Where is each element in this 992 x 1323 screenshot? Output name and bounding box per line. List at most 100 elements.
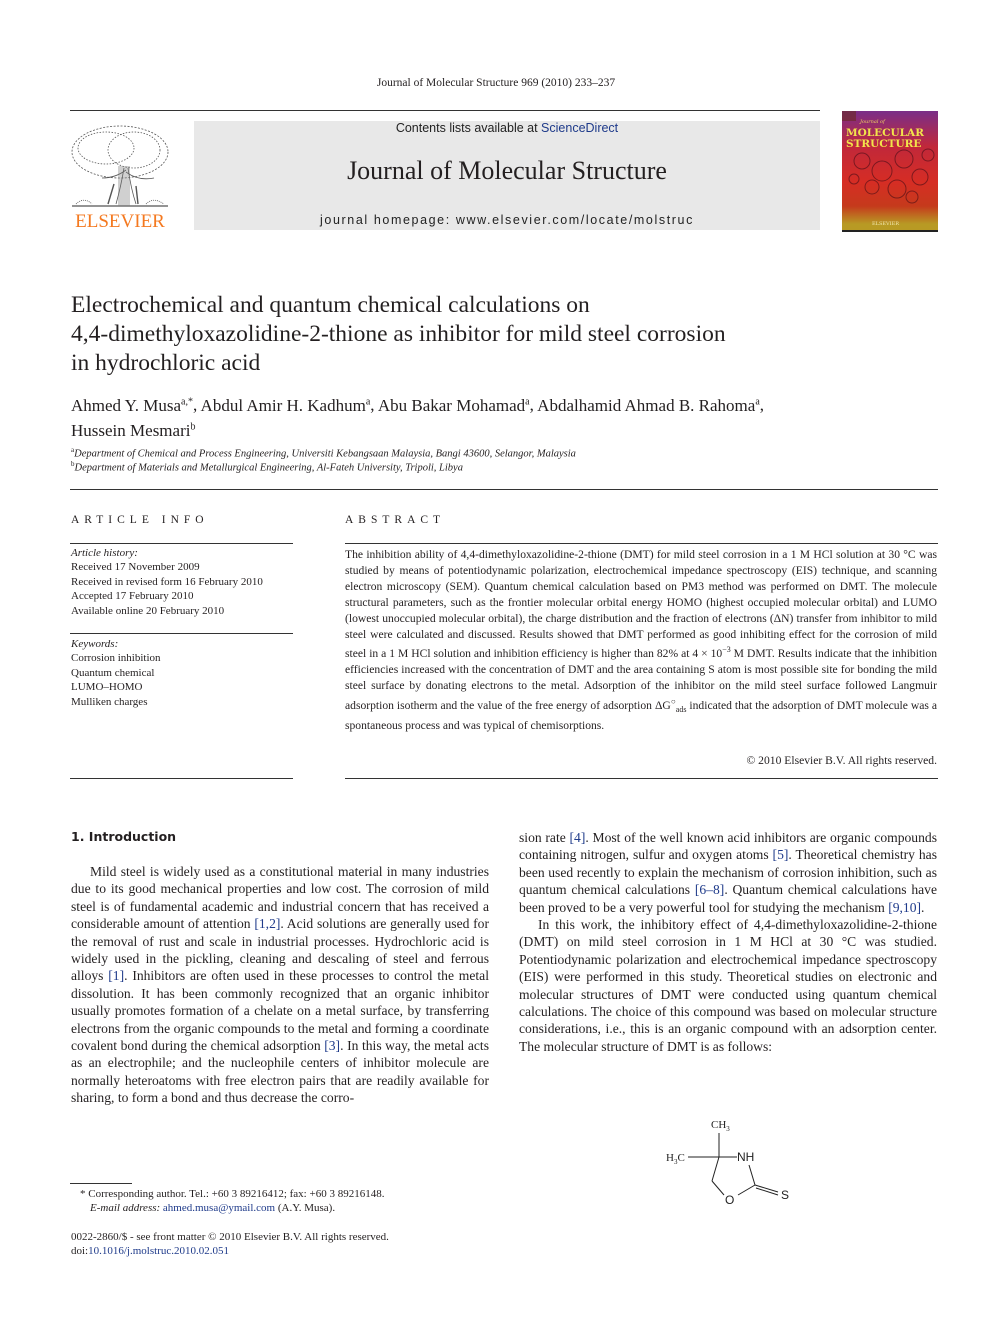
footnote-rule bbox=[70, 1183, 132, 1184]
citation-link[interactable]: [4] bbox=[570, 830, 586, 845]
author[interactable]: Hussein Mesmarib bbox=[71, 421, 195, 440]
citation-link[interactable]: [9,10] bbox=[888, 900, 921, 915]
oxygen-label: O bbox=[725, 1193, 734, 1207]
citation-link[interactable]: [5] bbox=[773, 847, 789, 862]
nh-label: NH bbox=[737, 1150, 754, 1164]
history-label: Article history: bbox=[71, 547, 138, 559]
author-name: Hussein Mesmari bbox=[71, 421, 191, 441]
keyword: Quantum chemical bbox=[71, 666, 155, 679]
abstract-exponent: −3 bbox=[722, 645, 731, 655]
abstract-rule bbox=[345, 543, 938, 544]
info-rule bbox=[70, 633, 293, 634]
cover-title: MOLECULAR STRUCTURE bbox=[846, 128, 924, 150]
citation-link[interactable]: [1,2] bbox=[254, 916, 280, 931]
journal-title: Journal of Molecular Structure bbox=[347, 156, 667, 185]
affiliation-a: aDepartment of Chemical and Process Engi… bbox=[71, 446, 576, 460]
email-label: E-mail address: bbox=[90, 1202, 163, 1214]
history-item: Accepted 17 February 2010 bbox=[71, 590, 194, 603]
abstract-text: The inhibition ability of 4,4-dimethylox… bbox=[345, 547, 937, 734]
elsevier-tree-icon bbox=[71, 125, 169, 207]
contents-line: Contents lists available at ScienceDirec… bbox=[194, 121, 820, 135]
intro-paragraph: sion rate [4]. Most of the well known ac… bbox=[519, 829, 937, 916]
h3c-label: H bbox=[666, 1152, 674, 1164]
author-name: Ahmed Y. Musa bbox=[71, 395, 182, 415]
author-name: Abdul Amir H. Kadhum bbox=[200, 395, 366, 415]
molecule-structure-icon: CH3 H3C NH O S bbox=[666, 1119, 789, 1207]
author[interactable]: Abdalhamid Ahmad B. Rahomaa bbox=[537, 396, 760, 415]
abstract-ads-subscript: ads bbox=[675, 705, 687, 715]
email-note: E-mail address: ahmed.musa@ymail.com (A.… bbox=[90, 1201, 520, 1215]
author-affil-sup: a,* bbox=[181, 396, 193, 407]
ch3-subscript: 3 bbox=[726, 1125, 730, 1133]
keyword: Corrosion inhibition bbox=[71, 652, 161, 665]
author[interactable]: Ahmed Y. Musaa,* bbox=[71, 396, 193, 415]
info-rule bbox=[70, 778, 293, 779]
author-separator: , bbox=[759, 395, 765, 415]
journal-cover-image[interactable]: Journal of MOLECULAR STRUCTURE ELSEVIER bbox=[842, 111, 938, 230]
cover-title-line2: STRUCTURE bbox=[846, 138, 922, 150]
author-name: Abdalhamid Ahmad B. Rahoma bbox=[537, 395, 756, 415]
keyword: LUMO–HOMO bbox=[71, 681, 143, 694]
running-head: Journal of Molecular Structure 969 (2010… bbox=[376, 77, 616, 89]
sulfur-label: S bbox=[781, 1188, 789, 1202]
author[interactable]: Abu Bakar Mohamada bbox=[378, 396, 530, 415]
keywords: Keywords: Corrosion inhibition Quantum c… bbox=[71, 637, 293, 709]
elsevier-wordmark: ELSEVIER bbox=[75, 211, 165, 232]
abstract-heading: ABSTRACT bbox=[345, 514, 446, 526]
info-rule bbox=[70, 543, 293, 544]
cover-small-title: Journal of bbox=[860, 119, 885, 125]
intro-paragraph: In this work, the inhibitory effect of 4… bbox=[519, 917, 937, 1054]
sciencedirect-link[interactable]: ScienceDirect bbox=[541, 121, 618, 135]
author[interactable]: Abdul Amir H. Kadhuma bbox=[201, 396, 371, 415]
keyword: Mulliken charges bbox=[71, 695, 148, 708]
front-matter-note: 0022-2860/$ - see front matter © 2010 El… bbox=[71, 1231, 389, 1243]
affil-text: Department of Chemical and Process Engin… bbox=[74, 448, 576, 460]
contents-prefix: Contents lists available at bbox=[395, 121, 542, 135]
title-line: 4,4-dimethyloxazolidine-2-thione as inhi… bbox=[71, 321, 726, 347]
doi-link[interactable]: 10.1016/j.molstruc.2010.02.051 bbox=[88, 1245, 229, 1257]
abstract-rule bbox=[345, 778, 938, 779]
author-name: Abu Bakar Mohamad bbox=[377, 395, 526, 415]
author-separator: , bbox=[370, 395, 378, 415]
doi-note: doi:10.1016/j.molstruc.2010.02.051 bbox=[71, 1244, 501, 1258]
title-line: Electrochemical and quantum chemical cal… bbox=[71, 292, 590, 318]
header-rule bbox=[70, 110, 820, 111]
intro-paragraph: Mild steel is widely used as a constitut… bbox=[71, 863, 489, 1107]
h3c-tail: C bbox=[677, 1152, 684, 1164]
doi-prefix: doi: bbox=[71, 1245, 89, 1257]
elsevier-logo[interactable]: ELSEVIER bbox=[66, 120, 174, 232]
section-heading-introduction: 1. Introduction bbox=[71, 829, 177, 844]
title-line: in hydrochloric acid bbox=[71, 350, 261, 376]
body-text: . bbox=[921, 899, 925, 915]
article-info-heading: ARTICLE INFO bbox=[71, 514, 209, 526]
citation-link[interactable]: [1] bbox=[108, 968, 124, 983]
corresponding-author-note: * Corresponding author. Tel.: +60 3 8921… bbox=[80, 1188, 385, 1200]
abstract-copyright: © 2010 Elsevier B.V. All rights reserved… bbox=[746, 754, 937, 767]
intro-column-right: sion rate [4]. Most of the well known ac… bbox=[519, 829, 937, 1055]
ch3-label: CH bbox=[711, 1119, 726, 1131]
svg-text:CH3: CH3 bbox=[711, 1119, 730, 1133]
email-suffix: (A.Y. Musa). bbox=[275, 1202, 336, 1214]
author-separator: , bbox=[192, 395, 201, 415]
intro-column-left: Mild steel is widely used as a constitut… bbox=[71, 863, 489, 1107]
history-item: Received in revised form 16 February 201… bbox=[71, 575, 263, 588]
article-title: Electrochemical and quantum chemical cal… bbox=[71, 291, 931, 378]
cover-publisher: ELSEVIER bbox=[872, 221, 900, 227]
history-item: Received 17 November 2009 bbox=[71, 561, 200, 574]
svg-text:H3C: H3C bbox=[666, 1152, 685, 1166]
author-list: Ahmed Y. Musaa,*, Abdul Amir H. Kadhuma,… bbox=[71, 391, 941, 442]
citation-link[interactable]: [6–8] bbox=[695, 882, 724, 897]
journal-homepage[interactable]: journal homepage: www.elsevier.com/locat… bbox=[194, 213, 820, 227]
article-history: Article history: Received 17 November 20… bbox=[71, 546, 293, 618]
email-link[interactable]: ahmed.musa@ymail.com bbox=[163, 1202, 275, 1214]
citation-link[interactable]: [3] bbox=[324, 1038, 340, 1053]
author-affil-sup: b bbox=[190, 421, 196, 433]
affil-text: Department of Materials and Metallurgica… bbox=[74, 462, 463, 474]
section-rule bbox=[70, 489, 938, 490]
cover-rule bbox=[842, 230, 938, 232]
body-text: sion rate bbox=[519, 830, 570, 845]
keywords-label: Keywords: bbox=[71, 638, 119, 650]
dmt-molecular-structure: CH3 H3C NH O S bbox=[660, 1113, 800, 1213]
abstract-part: The inhibition ability of 4,4-dimethylox… bbox=[345, 548, 937, 661]
affiliation-b: bDepartment of Materials and Metallurgic… bbox=[71, 460, 463, 474]
